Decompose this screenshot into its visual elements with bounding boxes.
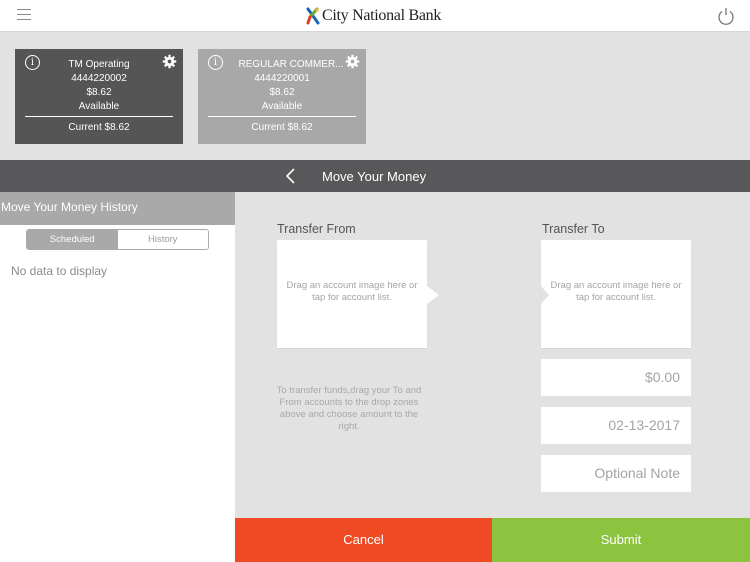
amount-input[interactable] <box>541 359 691 396</box>
current-balance: Current $8.62 <box>251 122 313 133</box>
account-name: REGULAR COMMER... <box>238 59 344 70</box>
hamburger-icon[interactable] <box>17 9 31 21</box>
page-title-bar: Move Your Money <box>0 160 750 192</box>
history-panel-title: Move Your Money History <box>0 192 235 225</box>
transfer-from-dropzone[interactable]: Drag an account image here or tap for ac… <box>277 240 439 348</box>
transfer-area: Transfer From Drag an account image here… <box>235 192 750 518</box>
submit-button[interactable]: Submit <box>492 518 750 562</box>
available-label: Available <box>78 101 120 112</box>
brand-logo: City National Bank <box>306 6 441 26</box>
dropzone-hint: Drag an account image here or tap for ac… <box>550 280 682 303</box>
history-segmented-control: Scheduled History <box>26 229 209 250</box>
tab-scheduled[interactable]: Scheduled <box>27 230 118 249</box>
brand-name: City National Bank <box>322 7 442 24</box>
cancel-button[interactable]: Cancel <box>235 518 492 562</box>
dropzone-arrow <box>427 286 439 304</box>
transfer-from-label: Transfer From <box>277 222 356 236</box>
history-panel: Move Your Money History Scheduled Histor… <box>0 192 235 562</box>
current-balance: Current $8.62 <box>68 122 130 133</box>
available-amount: $8.62 <box>86 87 112 98</box>
account-card[interactable]: i TM Operating 4444220002 $8.62 Availabl… <box>15 49 183 144</box>
account-number: 4444220001 <box>254 73 310 84</box>
dropzone-arrow <box>541 286 549 304</box>
card-divider <box>25 116 173 117</box>
transfer-instructions: To transfer funds,drag your To and From … <box>276 385 422 432</box>
info-icon[interactable]: i <box>25 55 40 70</box>
transfer-to-label: Transfer To <box>542 222 605 236</box>
gear-icon[interactable] <box>162 54 177 69</box>
account-name: TM Operating <box>68 59 130 70</box>
transfer-to-dropzone[interactable]: Drag an account image here or tap for ac… <box>541 240 691 348</box>
city-national-bank-logo-icon <box>306 7 320 25</box>
gear-icon[interactable] <box>345 54 360 69</box>
empty-state-text: No data to display <box>11 264 108 278</box>
available-amount: $8.62 <box>269 87 295 98</box>
power-icon[interactable] <box>716 6 736 26</box>
top-bar: City National Bank <box>0 0 750 32</box>
page-title: Move Your Money <box>322 169 427 184</box>
account-cards-area: i TM Operating 4444220002 $8.62 Availabl… <box>0 33 750 160</box>
tab-history[interactable]: History <box>117 230 208 249</box>
account-card[interactable]: i REGULAR COMMER... 4444220001 $8.62 Ava… <box>198 49 366 144</box>
info-icon[interactable]: i <box>208 55 223 70</box>
chevron-left-icon[interactable] <box>284 168 298 184</box>
note-input[interactable] <box>541 455 691 492</box>
card-divider <box>208 116 356 117</box>
account-number: 4444220002 <box>71 73 127 84</box>
date-input[interactable] <box>541 407 691 444</box>
dropzone-hint: Drag an account image here or tap for ac… <box>286 280 418 303</box>
available-label: Available <box>261 101 303 112</box>
